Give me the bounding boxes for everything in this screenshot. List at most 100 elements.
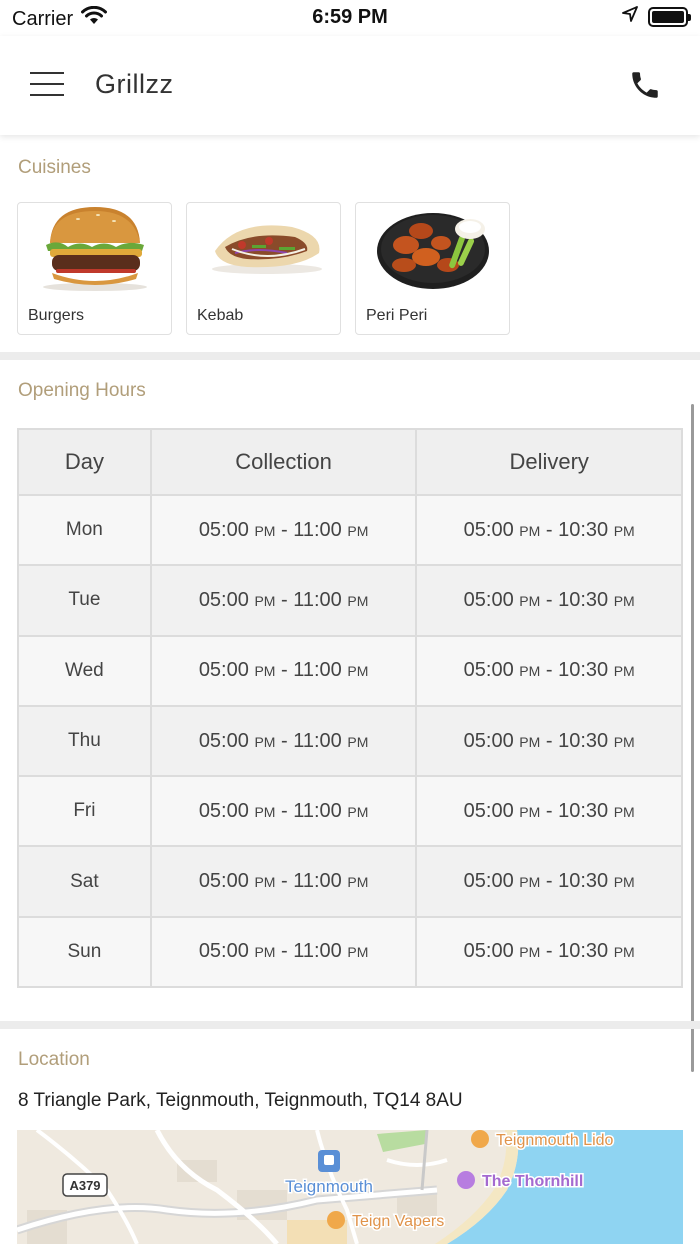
table-row: Mon 05:00 PM - 11:00 PM 05:00 PM - 10:30 P… <box>17 493 683 567</box>
delivery-close-suffix: PM <box>613 733 635 750</box>
delivery-close: 10:30 <box>558 588 609 611</box>
phone-icon[interactable] <box>628 68 662 102</box>
delivery-open-suffix: PM <box>519 522 541 539</box>
delivery-open-suffix: PM <box>519 663 541 680</box>
delivery-open: 05:00 <box>463 659 514 682</box>
delivery-open-suffix: PM <box>519 874 541 891</box>
map-place-label: Teign Vapers <box>352 1213 444 1230</box>
delivery-close-suffix: PM <box>613 944 635 961</box>
delivery-close: 10:30 <box>558 518 609 541</box>
opening-hours-table: Day Collection Delivery Mon 05:00 PM - 11… <box>17 428 683 989</box>
table-row: Wed 05:00 PM - 11:00 PM 05:00 PM - 10:30 P… <box>17 634 683 707</box>
collection-close: 11:00 <box>293 659 342 682</box>
delivery-close-suffix: PM <box>613 592 635 609</box>
collection-open: 05:00 <box>198 870 249 893</box>
section-divider <box>0 1021 700 1029</box>
collection-open-suffix: PM <box>254 663 276 680</box>
collection-close-suffix: PM <box>347 733 369 750</box>
delivery-open-suffix: PM <box>519 592 541 609</box>
status-time: 6:59 PM <box>312 6 388 28</box>
collection-open: 05:00 <box>198 659 249 682</box>
cuisine-card-burgers[interactable]: Burgers <box>17 202 172 335</box>
delivery-hours-cell: 05:00 PM - 10:30 PM <box>415 915 683 989</box>
cuisine-card-kebab[interactable]: Kebab <box>186 202 341 335</box>
cuisine-card-peri-peri[interactable]: Peri Peri <box>355 202 510 335</box>
section-divider <box>0 352 700 360</box>
battery-icon <box>648 6 691 27</box>
status-bar: Carrier 6:59 PM <box>0 0 700 36</box>
cuisine-name: Kebab <box>197 307 244 324</box>
collection-hours-cell: 05:00 PM - 11:00 PM <box>149 704 418 778</box>
collection-close-suffix: PM <box>347 874 369 891</box>
cuisine-name: Peri Peri <box>366 307 428 324</box>
burger-image <box>43 207 147 291</box>
collection-hours-cell: 05:00 PM - 11:00 PM <box>149 493 418 567</box>
delivery-close-suffix: PM <box>613 803 635 820</box>
collection-close: 11:00 <box>293 518 342 541</box>
table-row: Fri 05:00 PM - 11:00 PM 05:00 PM - 10:30 P… <box>17 775 683 848</box>
table-row: Sat 05:00 PM - 11:00 PM 05:00 PM - 10:30 P… <box>17 845 683 918</box>
address-text: 8 Triangle Park, Teignmouth, Teignmouth,… <box>18 1090 463 1111</box>
collection-open-suffix: PM <box>254 592 276 609</box>
collection-close: 11:00 <box>293 870 342 893</box>
delivery-open-suffix: PM <box>519 733 541 750</box>
delivery-open-suffix: PM <box>519 944 541 961</box>
delivery-hours-cell: 05:00 PM - 10:30 PM <box>415 704 683 778</box>
collection-open-suffix: PM <box>254 803 276 820</box>
collection-close: 11:00 <box>293 729 342 752</box>
day-cell: Wed <box>17 634 152 707</box>
delivery-close: 10:30 <box>558 870 609 893</box>
table-header-row: Day Collection Delivery <box>17 428 683 496</box>
table-row: Tue 05:00 PM - 11:00 PM 05:00 PM - 10:30 P… <box>17 564 683 637</box>
app-title: Grillzz <box>95 69 174 99</box>
kebab-image <box>212 225 322 274</box>
day-cell: Mon <box>17 493 152 567</box>
vertical-scrollbar[interactable] <box>691 404 694 1072</box>
delivery-open-suffix: PM <box>519 803 541 820</box>
day-cell: Thu <box>17 704 152 778</box>
column-header-delivery: Delivery <box>415 428 683 496</box>
delivery-open: 05:00 <box>463 729 514 752</box>
delivery-close-suffix: PM <box>613 663 635 680</box>
table-row: Sun 05:00 PM - 11:00 PM 05:00 PM - 10:30 P… <box>17 915 683 989</box>
collection-hours-cell: 05:00 PM - 11:00 PM <box>149 564 418 637</box>
delivery-close-suffix: PM <box>613 522 635 539</box>
collection-open-suffix: PM <box>254 733 276 750</box>
collection-hours-cell: 05:00 PM - 11:00 PM <box>149 775 418 848</box>
hamburger-menu-icon[interactable] <box>30 72 64 98</box>
table-row: Thu 05:00 PM - 11:00 PM 05:00 PM - 10:30 P… <box>17 704 683 778</box>
collection-close-suffix: PM <box>347 522 369 539</box>
collection-close-suffix: PM <box>347 803 369 820</box>
cuisine-name: Burgers <box>28 307 85 324</box>
cuisines-heading: Cuisines <box>18 157 91 178</box>
delivery-open: 05:00 <box>463 588 514 611</box>
collection-open: 05:00 <box>198 799 249 822</box>
column-header-day: Day <box>17 428 152 496</box>
collection-close-suffix: PM <box>347 592 369 609</box>
map-place-label: The Thornhill <box>482 1173 583 1190</box>
collection-close-suffix: PM <box>347 944 369 961</box>
delivery-hours-cell: 05:00 PM - 10:30 PM <box>415 564 683 637</box>
delivery-close: 10:30 <box>558 799 609 822</box>
collection-hours-cell: 05:00 PM - 11:00 PM <box>149 634 418 707</box>
collection-open-suffix: PM <box>254 874 276 891</box>
delivery-open: 05:00 <box>463 940 514 963</box>
collection-hours-cell: 05:00 PM - 11:00 PM <box>149 845 418 918</box>
collection-open-suffix: PM <box>254 944 276 961</box>
collection-hours-cell: 05:00 PM - 11:00 PM <box>149 915 418 989</box>
status-right <box>622 6 691 27</box>
peri-peri-wings-image <box>377 213 489 289</box>
day-cell: Fri <box>17 775 152 848</box>
delivery-hours-cell: 05:00 PM - 10:30 PM <box>415 775 683 848</box>
collection-open: 05:00 <box>198 940 249 963</box>
app-header: Grillzz <box>0 36 700 135</box>
delivery-open: 05:00 <box>463 799 514 822</box>
location-heading: Location <box>18 1049 90 1070</box>
collection-open: 05:00 <box>198 729 249 752</box>
day-cell: Sat <box>17 845 152 918</box>
location-map[interactable]: A379 Teignmouth Teignmouth Lido The Thor… <box>17 1130 683 1244</box>
collection-open: 05:00 <box>198 588 249 611</box>
day-cell: Tue <box>17 564 152 637</box>
map-place-label: Teignmouth Lido <box>496 1132 614 1149</box>
delivery-close: 10:30 <box>558 729 609 752</box>
